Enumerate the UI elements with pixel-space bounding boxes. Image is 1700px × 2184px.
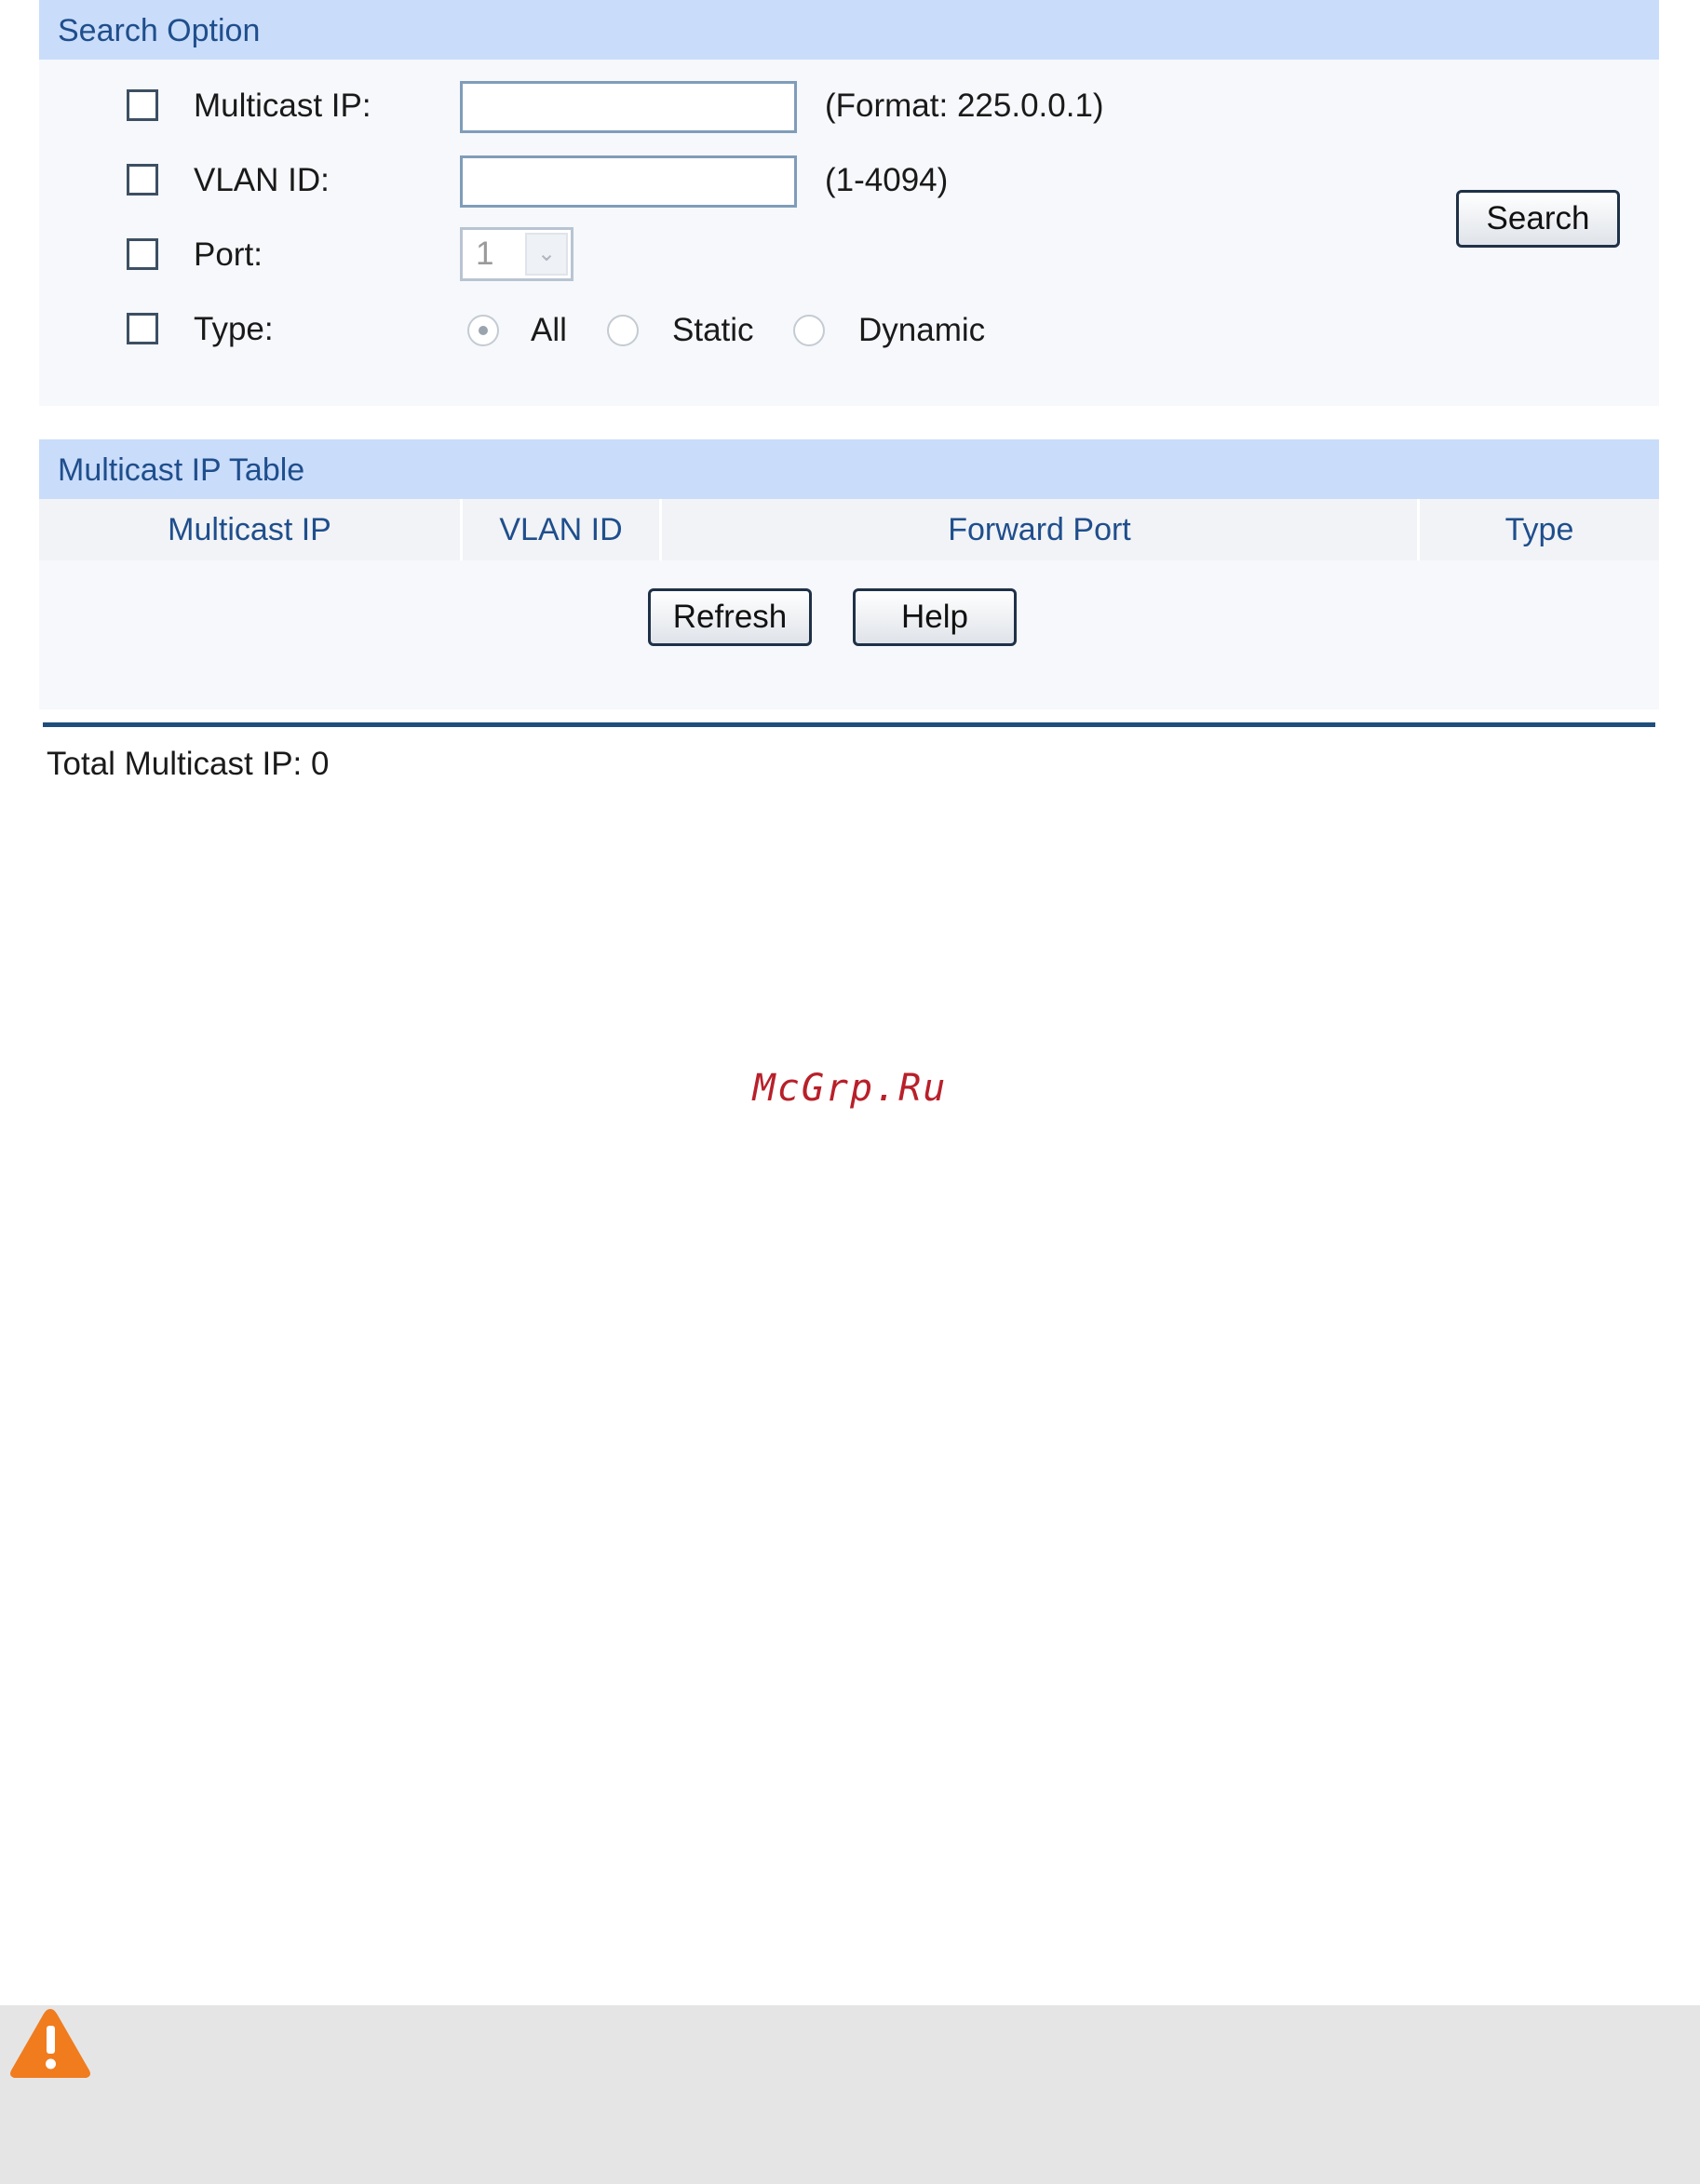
vlan-id-row: VLAN ID: (1-4094) xyxy=(39,153,1659,209)
vlan-id-input[interactable] xyxy=(460,155,797,208)
vlan-id-label: VLAN ID: xyxy=(194,162,330,198)
col-type: Type xyxy=(1417,499,1659,560)
search-button[interactable]: Search xyxy=(1456,190,1620,248)
warning-triangle-icon xyxy=(10,2009,90,2078)
type-radio-static[interactable] xyxy=(607,315,639,346)
table-header: Multicast IP VLAN ID Forward Port Type xyxy=(39,499,1659,560)
type-radio-all[interactable] xyxy=(467,315,499,346)
help-button[interactable]: Help xyxy=(853,588,1017,646)
col-vlan-id: VLAN ID xyxy=(460,499,659,560)
warning-note xyxy=(0,2005,1700,2184)
type-radio-dynamic-label: Dynamic xyxy=(858,312,986,348)
multicast-ip-input[interactable] xyxy=(460,81,797,133)
port-select[interactable]: 1 ⌄ xyxy=(460,227,573,281)
vlan-id-hint: (1-4094) xyxy=(825,162,949,198)
port-select-value: 1 xyxy=(476,236,494,272)
multicast-ip-label: Multicast IP: xyxy=(194,88,371,124)
col-multicast-ip: Multicast IP xyxy=(168,512,331,547)
total-multicast-ip: Total Multicast IP: 0 xyxy=(47,746,330,782)
multicast-ip-checkbox[interactable] xyxy=(127,89,158,121)
search-option-title: Search Option xyxy=(39,0,1659,60)
multicast-ip-table-title: Multicast IP Table xyxy=(39,439,1659,499)
refresh-button[interactable]: Refresh xyxy=(648,588,812,646)
port-row: Port: 1 ⌄ xyxy=(39,227,1659,283)
port-checkbox[interactable] xyxy=(127,238,158,270)
port-label: Port: xyxy=(194,236,263,273)
multicast-ip-hint: (Format: 225.0.0.1) xyxy=(825,88,1104,124)
watermark: McGrp.Ru xyxy=(752,1067,948,1110)
vlan-id-checkbox[interactable] xyxy=(127,164,158,195)
col-forward-port: Forward Port xyxy=(659,499,1417,560)
multicast-ip-table-panel: Multicast IP Table Multicast IP VLAN ID … xyxy=(39,439,1659,709)
type-checkbox[interactable] xyxy=(127,313,158,344)
multicast-ip-row: Multicast IP: (Format: 225.0.0.1) xyxy=(39,78,1659,134)
type-row: Type: All Static Dynamic xyxy=(39,302,1659,357)
divider xyxy=(43,722,1655,727)
type-radio-all-label: All xyxy=(531,312,567,348)
type-radio-static-label: Static xyxy=(672,312,754,348)
search-option-panel: Search Option Multicast IP: (Format: 225… xyxy=(39,0,1659,406)
type-label: Type: xyxy=(194,311,274,347)
chevron-down-icon[interactable]: ⌄ xyxy=(525,233,568,276)
type-radio-dynamic[interactable] xyxy=(793,315,825,346)
